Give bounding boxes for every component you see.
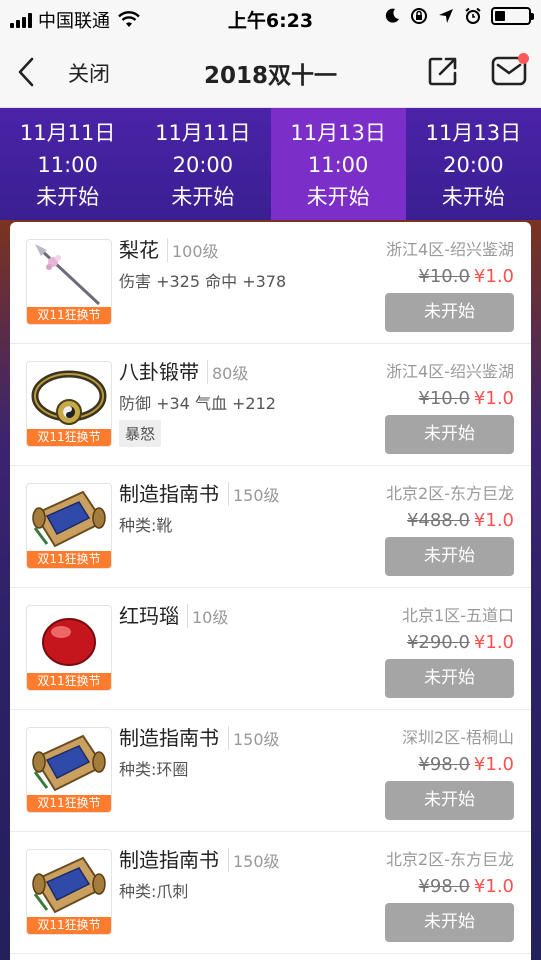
not-started-button[interactable]: 未开始 — [385, 659, 514, 698]
tab-time: 11:00 — [37, 153, 98, 177]
tab-date: 11月13日 — [425, 121, 522, 145]
scroll-icon — [32, 490, 106, 548]
item-server: 北京2区-东方巨龙 — [386, 850, 514, 869]
item-name: 梨花 — [119, 238, 159, 262]
sale-price: ¥1.0 — [473, 266, 514, 287]
tab-time: 20:00 — [172, 153, 234, 177]
item-stats: 防御 +34 气血 +212 — [119, 394, 276, 413]
scroll-icon — [32, 856, 106, 914]
nav-bar: 关闭 2018双十一 — [0, 36, 541, 108]
battery-icon — [491, 7, 534, 25]
item-thumbnail: 双11狂换节 — [26, 361, 112, 447]
item-level: 100级 — [167, 238, 219, 262]
promo-badge: 双11狂换节 — [27, 673, 111, 690]
item-prices: ¥290.0 ¥1.0 — [407, 632, 514, 653]
promo-badge: 双11狂换节 — [27, 551, 111, 568]
original-price: ¥10.0 — [418, 388, 470, 409]
item-thumbnail: 双11狂换节 — [26, 727, 112, 813]
notification-dot — [518, 53, 529, 64]
item-prices: ¥10.0 ¥1.0 — [418, 266, 514, 287]
item-prices: ¥10.0 ¥1.0 — [418, 388, 514, 409]
tab-date: 11月13日 — [290, 121, 386, 145]
item-thumbnail: 双11狂换节 — [26, 239, 112, 325]
item-prices: ¥98.0 ¥1.0 — [418, 876, 514, 897]
tab-status: 未开始 — [306, 185, 370, 209]
item-name: 制造指南书 — [119, 482, 219, 506]
item-thumbnail: 双11狂换节 — [26, 849, 112, 935]
promo-badge: 双11狂换节 — [27, 795, 111, 812]
promo-badge: 双11狂换节 — [27, 429, 111, 446]
sale-price: ¥1.0 — [473, 510, 514, 531]
item-list: 双11狂换节 梨花 100级 伤害 +325 命中 +378 浙江4区-绍兴鉴湖… — [10, 222, 531, 960]
not-started-button[interactable]: 未开始 — [385, 415, 514, 454]
item-level: 150级 — [228, 482, 280, 506]
item-name: 制造指南书 — [119, 848, 219, 872]
original-price: ¥290.0 — [406, 632, 470, 653]
not-started-button[interactable]: 未开始 — [385, 537, 514, 576]
item-server: 北京1区-五道口 — [402, 606, 514, 625]
red-agate-icon — [42, 618, 96, 666]
item-server: 浙江4区-绍兴鉴湖 — [386, 362, 514, 381]
item-stats: 种类:靴 — [119, 516, 173, 535]
item-level: 150级 — [228, 848, 280, 872]
item-level: 150级 — [228, 726, 280, 750]
item-tag: 暴怒 — [119, 420, 162, 447]
tab-nov11-2000[interactable]: 11月11日 20:00 未开始 — [135, 108, 270, 220]
date-tabs: 11月11日 11:00 未开始 11月11日 20:00 未开始 11月13日… — [0, 108, 541, 230]
list-item[interactable]: 双11狂换节 制造指南书 150级 种类:爪刺 北京2区-东方巨龙 ¥98.0 ¥… — [10, 832, 531, 954]
item-thumbnail: 双11狂换节 — [26, 605, 112, 691]
list-item[interactable]: 双11狂换节 制造指南书 150级 种类:靴 北京2区-东方巨龙 ¥488.0 ¥… — [10, 466, 531, 588]
item-name: 制造指南书 — [119, 726, 219, 750]
item-prices: ¥98.0 ¥1.0 — [418, 754, 514, 775]
scroll-icon — [32, 734, 106, 792]
item-stats: 种类:环圈 — [119, 760, 189, 779]
item-name: 红玛瑙 — [119, 604, 179, 628]
original-price: ¥98.0 — [418, 754, 470, 775]
item-stats: 种类:爪刺 — [119, 882, 189, 901]
tab-status: 未开始 — [36, 185, 100, 209]
tab-nov11-1100[interactable]: 11月11日 11:00 未开始 — [0, 108, 135, 220]
original-price: ¥98.0 — [418, 876, 470, 897]
alarm-icon — [465, 7, 481, 24]
list-item[interactable]: 双11狂换节 八卦锻带 80级 防御 +34 气血 +212 暴怒 浙江4区-绍… — [10, 344, 531, 466]
list-item[interactable]: 双11狂换节 制造指南书 150级 种类:环圈 深圳2区-梧桐山 ¥98.0 ¥1… — [10, 710, 531, 832]
item-name: 八卦锻带 — [119, 360, 199, 384]
item-server: 浙江4区-绍兴鉴湖 — [386, 240, 514, 259]
item-level: 80级 — [207, 360, 248, 384]
item-level: 10级 — [187, 604, 228, 628]
promo-badge: 双11狂换节 — [27, 917, 111, 934]
tab-status: 未开始 — [171, 185, 235, 209]
promo-badge: 双11狂换节 — [27, 307, 111, 324]
moon-icon — [385, 8, 399, 23]
share-icon[interactable] — [426, 54, 460, 88]
tab-status: 未开始 — [441, 185, 505, 209]
tab-date: 11月11日 — [19, 121, 116, 145]
spear-icon — [35, 244, 101, 306]
sale-price: ¥1.0 — [473, 388, 514, 409]
status-bar: 中国联通 上午6:23 — [0, 0, 541, 36]
original-price: ¥10.0 — [418, 266, 470, 287]
not-started-button[interactable]: 未开始 — [385, 293, 514, 332]
rotation-lock-icon — [411, 8, 427, 24]
item-server: 北京2区-东方巨龙 — [386, 484, 514, 503]
item-server: 深圳2区-梧桐山 — [402, 728, 514, 747]
tab-time: 20:00 — [443, 153, 504, 177]
bagua-belt-icon — [31, 370, 107, 425]
sale-price: ¥1.0 — [473, 876, 514, 897]
tab-date: 11月11日 — [155, 121, 251, 145]
item-prices: ¥488.0 ¥1.0 — [407, 510, 514, 531]
tab-nov13-2000[interactable]: 11月13日 20:00 未开始 — [406, 108, 541, 220]
not-started-button[interactable]: 未开始 — [385, 903, 514, 942]
tab-time: 11:00 — [307, 153, 369, 177]
tab-nov13-1100[interactable]: 11月13日 11:00 未开始 — [270, 108, 406, 230]
list-item[interactable]: 双11狂换节 红玛瑙 10级 北京1区-五道口 ¥290.0 ¥1.0 未开始 — [10, 588, 531, 710]
sale-price: ¥1.0 — [473, 754, 514, 775]
item-stats: 伤害 +325 命中 +378 — [119, 272, 287, 291]
original-price: ¥488.0 — [406, 510, 470, 531]
list-item[interactable]: 双11狂换节 梨花 100级 伤害 +325 命中 +378 浙江4区-绍兴鉴湖… — [10, 222, 531, 344]
item-thumbnail: 双11狂换节 — [26, 483, 112, 569]
not-started-button[interactable]: 未开始 — [385, 781, 514, 820]
sale-price: ¥1.0 — [473, 632, 514, 653]
location-icon — [439, 9, 453, 23]
